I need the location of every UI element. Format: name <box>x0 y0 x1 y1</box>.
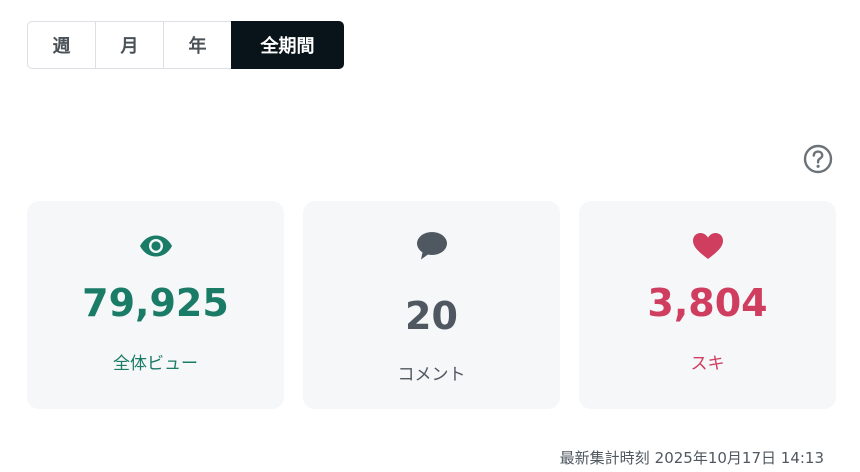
views-count: 79,925 <box>82 281 229 325</box>
last-updated-label: 最新集計時刻 <box>559 449 650 467</box>
tab-week[interactable]: 週 <box>27 21 96 69</box>
eye-icon <box>139 229 173 263</box>
likes-card: 3,804 スキ <box>579 201 836 409</box>
views-label: 全体ビュー <box>113 354 198 374</box>
likes-label: スキ <box>690 354 725 374</box>
likes-count: 3,804 <box>647 281 768 325</box>
tab-all-time[interactable]: 全期間 <box>231 21 344 69</box>
last-updated-timestamp: 2025年10月17日 14:13 <box>654 449 824 467</box>
question-circle-icon[interactable] <box>803 144 833 174</box>
heart-icon <box>691 229 725 263</box>
comments-card: 20 コメント <box>303 201 560 409</box>
comments-label: コメント <box>397 365 466 385</box>
tab-month[interactable]: 月 <box>95 21 164 69</box>
last-updated: 最新集計時刻 2025年10月17日 14:13 <box>560 447 824 468</box>
comments-count: 20 <box>405 294 458 338</box>
period-tabs: 週 月 年 全期間 <box>27 21 344 69</box>
tab-year[interactable]: 年 <box>163 21 232 69</box>
speech-bubble-icon <box>415 229 449 263</box>
views-card: 79,925 全体ビュー <box>27 201 284 409</box>
stats-cards: 79,925 全体ビュー 20 コメント 3,804 スキ <box>27 201 836 409</box>
